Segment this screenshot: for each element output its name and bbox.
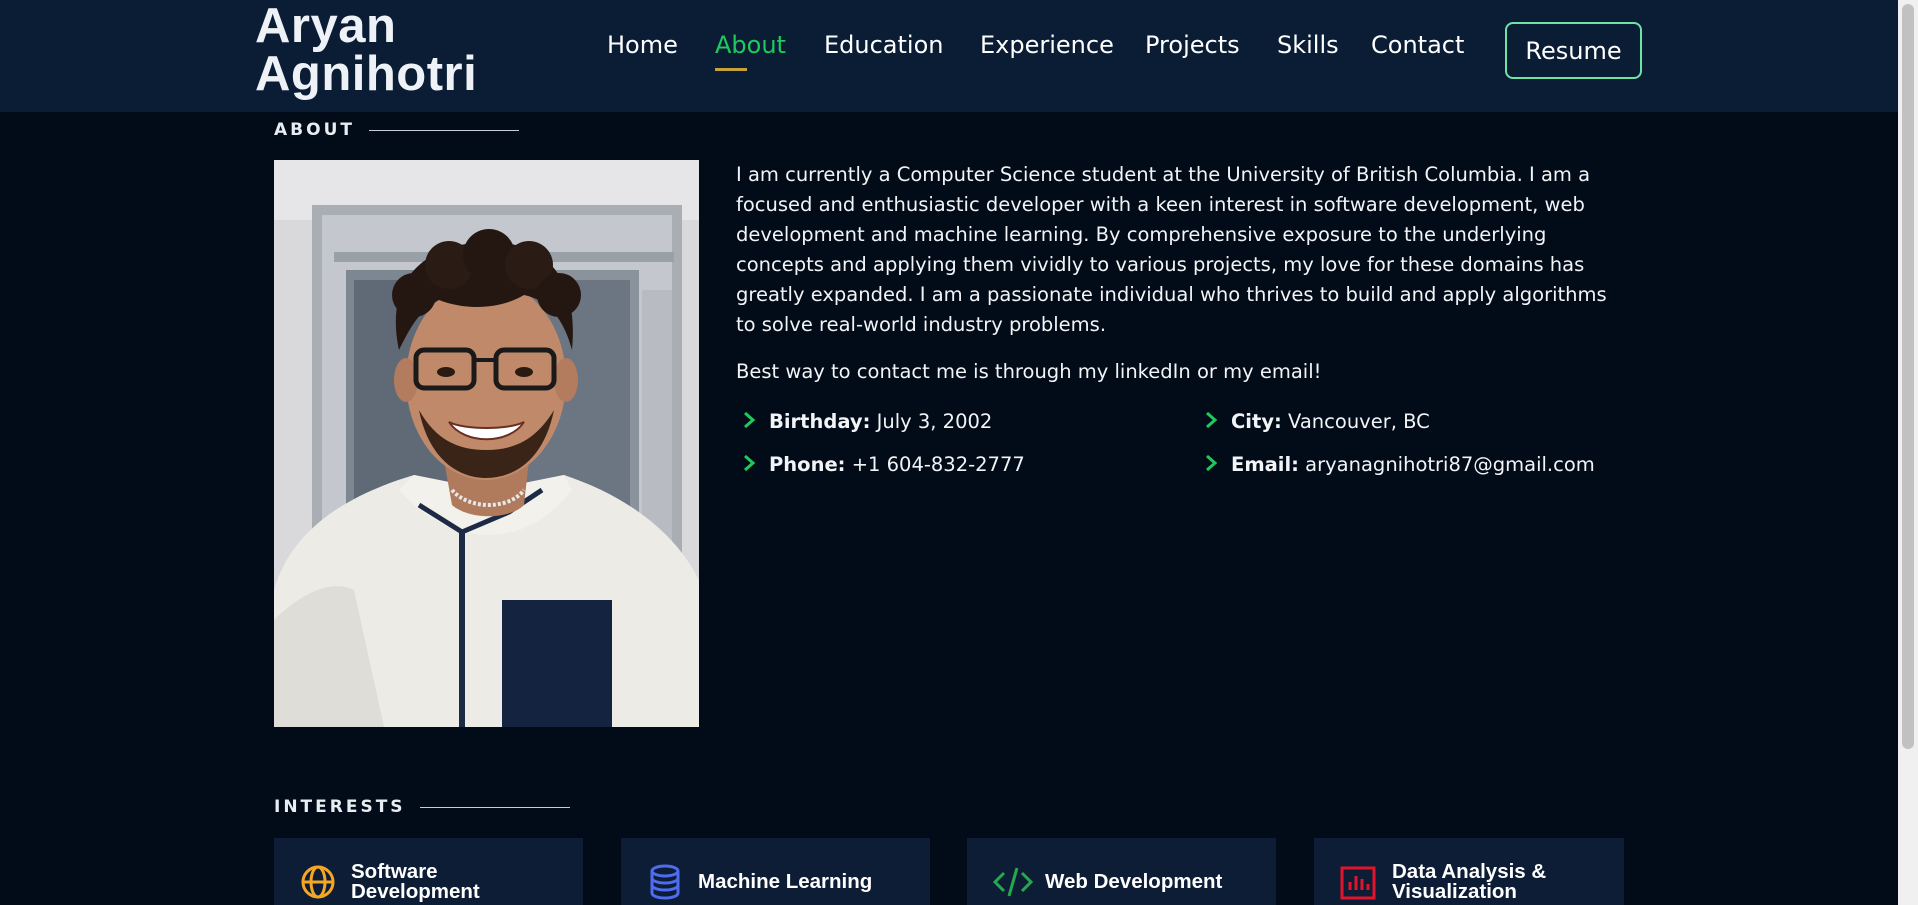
detail-label: City: — [1231, 410, 1282, 433]
detail-email: Email: aryanagnihotri87@gmail.com — [1206, 453, 1595, 476]
logo-first-name: Aryan — [255, 0, 397, 53]
interests-section-title: INTERESTS — [274, 797, 570, 817]
nav-about[interactable]: About — [715, 31, 786, 59]
interest-label: Data Analysis & Visualization — [1392, 860, 1547, 903]
interest-label: Machine Learning — [698, 870, 873, 893]
interest-label-line1: Web Development — [1045, 870, 1223, 893]
chevron-right-icon — [742, 454, 756, 477]
interest-label-line2: Visualization — [1392, 880, 1517, 903]
contact-note: Best way to contact me is through my lin… — [736, 360, 1322, 383]
detail-value[interactable]: aryanagnihotri87@gmail.com — [1305, 453, 1595, 476]
site-header: Aryan Agnihotri Home About Education Exp… — [0, 0, 1898, 112]
detail-label: Email: — [1231, 453, 1299, 476]
code-icon — [992, 864, 1034, 904]
profile-portrait-illustration — [274, 160, 699, 727]
chevron-right-icon — [1204, 411, 1218, 434]
nav-skills[interactable]: Skills — [1277, 31, 1339, 59]
active-nav-indicator — [715, 68, 747, 71]
chevron-right-icon — [742, 411, 756, 434]
interest-label-line1: Data Analysis & — [1392, 860, 1547, 883]
globe-icon — [300, 864, 336, 904]
interest-card-ml[interactable]: Machine Learning — [621, 838, 930, 905]
nav-projects[interactable]: Projects — [1145, 31, 1240, 59]
detail-value: July 3, 2002 — [876, 410, 993, 433]
interest-card-web[interactable]: Web Development — [967, 838, 1276, 905]
interests-title-text: INTERESTS — [274, 797, 406, 817]
interest-label: Software Development — [351, 860, 480, 903]
database-icon — [647, 864, 683, 904]
about-title-rule — [368, 129, 519, 131]
logo-last-name: Agnihotri — [255, 47, 478, 101]
about-section-title: ABOUT — [274, 120, 519, 140]
interest-card-software[interactable]: Software Development — [274, 838, 583, 905]
about-title-text: ABOUT — [274, 120, 355, 140]
detail-birthday: Birthday: July 3, 2002 — [744, 410, 993, 433]
scrollbar-thumb[interactable] — [1902, 4, 1914, 749]
interest-label-line1: Software — [351, 860, 438, 883]
detail-value: Vancouver, BC — [1288, 410, 1430, 433]
interests-title-rule — [419, 806, 570, 808]
resume-button[interactable]: Resume — [1505, 22, 1642, 79]
chevron-right-icon — [1204, 454, 1218, 477]
page-scrollbar[interactable] — [1898, 0, 1918, 905]
interest-card-data[interactable]: Data Analysis & Visualization — [1314, 838, 1624, 905]
interest-label-line1: Machine Learning — [698, 870, 873, 893]
site-logo[interactable]: Aryan Agnihotri — [255, 0, 478, 101]
detail-label: Birthday: — [769, 410, 871, 433]
detail-value[interactable]: +1 604-832-2777 — [852, 453, 1025, 476]
interest-label: Web Development — [1045, 870, 1223, 893]
interest-label-line2: Development — [351, 880, 480, 903]
about-bio: I am currently a Computer Science studen… — [736, 163, 1607, 336]
bar-chart-icon — [1340, 864, 1376, 904]
nav-contact[interactable]: Contact — [1371, 31, 1464, 59]
detail-phone: Phone: +1 604-832-2777 — [744, 453, 1025, 476]
nav-home[interactable]: Home — [607, 31, 678, 59]
detail-label: Phone: — [769, 453, 846, 476]
profile-photo — [274, 160, 699, 727]
detail-city: City: Vancouver, BC — [1206, 410, 1430, 433]
nav-education[interactable]: Education — [824, 31, 943, 59]
nav-experience[interactable]: Experience — [980, 31, 1114, 59]
